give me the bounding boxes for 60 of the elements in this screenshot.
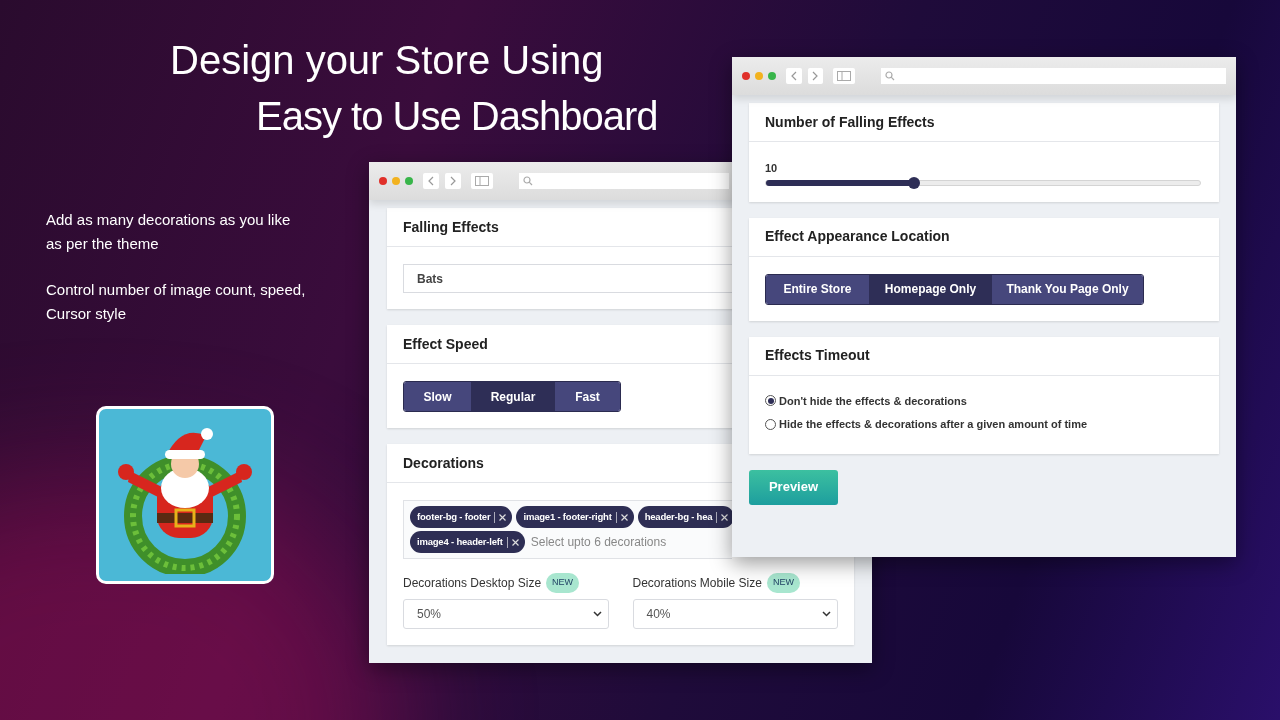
remove-icon[interactable]: [511, 538, 519, 546]
placeholder-text: Select upto 6 decorations: [530, 534, 667, 551]
size-select[interactable]: 40%: [632, 599, 838, 629]
segment-tab[interactable]: Homepage Only: [869, 274, 992, 304]
radio-button[interactable]: [765, 418, 776, 430]
headline: Design your Store Using: [170, 37, 604, 84]
sidebar-icon: [837, 71, 852, 81]
slider-thumb[interactable]: [907, 176, 920, 189]
address-field[interactable]: [880, 68, 1226, 84]
chevron-right-icon: [811, 71, 820, 81]
tag-input-field[interactable]: footer-bg - footer image1 - footer-right header-bg - hea image4 - header-left Select upto 6 decorations: [403, 500, 732, 559]
card-title: Effect Speed: [403, 334, 488, 354]
segment-tab[interactable]: Fast: [555, 382, 620, 411]
radio-button[interactable]: [765, 395, 776, 407]
sidebar-icon: [475, 176, 489, 186]
remove-icon[interactable]: [721, 513, 729, 521]
radio-label: Hide the effects & decorations after a given amount of time: [779, 417, 1088, 432]
field-label: Decorations Mobile Size: [632, 575, 762, 592]
tag-label: footer-bg - footer: [417, 509, 491, 524]
chevron-down-icon: [592, 611, 602, 617]
slider-track[interactable]: [765, 179, 1201, 186]
select-value: 50%: [417, 606, 442, 623]
chevron-right-icon: [449, 176, 457, 186]
segment-tab[interactable]: Regular: [471, 382, 555, 411]
search-icon: [884, 71, 895, 81]
tag-label: header-bg - hea: [644, 509, 713, 524]
field-label: Decorations Desktop Size: [403, 575, 542, 592]
tag-label: image4 - header-left: [417, 534, 503, 549]
chevron-left-icon: [427, 176, 435, 186]
headline: Easy to Use Dashboard: [256, 93, 658, 140]
card-title: Falling Effects: [403, 217, 499, 237]
new-badge: NEW: [546, 573, 580, 593]
forward-button[interactable]: [445, 173, 461, 189]
chevron-left-icon: [789, 71, 798, 81]
card-title: Effects Timeout: [765, 346, 870, 365]
new-badge: NEW: [766, 573, 800, 593]
sidebar-toggle-button[interactable]: [471, 173, 493, 189]
card-title: Number of Falling Effects: [765, 112, 935, 132]
remove-icon[interactable]: [499, 513, 507, 521]
back-button[interactable]: [786, 68, 802, 84]
card-title: Decorations: [403, 453, 484, 473]
back-button[interactable]: [423, 173, 439, 189]
segment-tab[interactable]: Slow: [404, 382, 471, 411]
tag-label: image1 - footer-right: [523, 509, 612, 524]
segment-tab[interactable]: Thank You Page Only: [992, 274, 1143, 304]
slider-reading: 10: [765, 161, 779, 176]
size-select[interactable]: 50%: [403, 599, 609, 629]
feature-text: Add as many decorations as you like as per the theme: [46, 210, 292, 254]
search-icon: [523, 176, 533, 186]
address-field[interactable]: [519, 173, 729, 189]
remove-icon[interactable]: [620, 513, 628, 521]
feature-text: Control number of image count, speed, Cursor style: [46, 280, 307, 324]
select-value: 40%: [646, 606, 671, 623]
card-title: Effect Appearance Location: [765, 227, 950, 246]
segment-tab[interactable]: Entire Store: [766, 274, 869, 304]
forward-button[interactable]: [807, 68, 824, 84]
sidebar-toggle-button[interactable]: [833, 68, 855, 84]
chevron-down-icon: [822, 611, 831, 617]
radio-label: Don't hide the effects & decorations: [779, 393, 967, 409]
select-field[interactable]: Bats: [403, 264, 732, 293]
